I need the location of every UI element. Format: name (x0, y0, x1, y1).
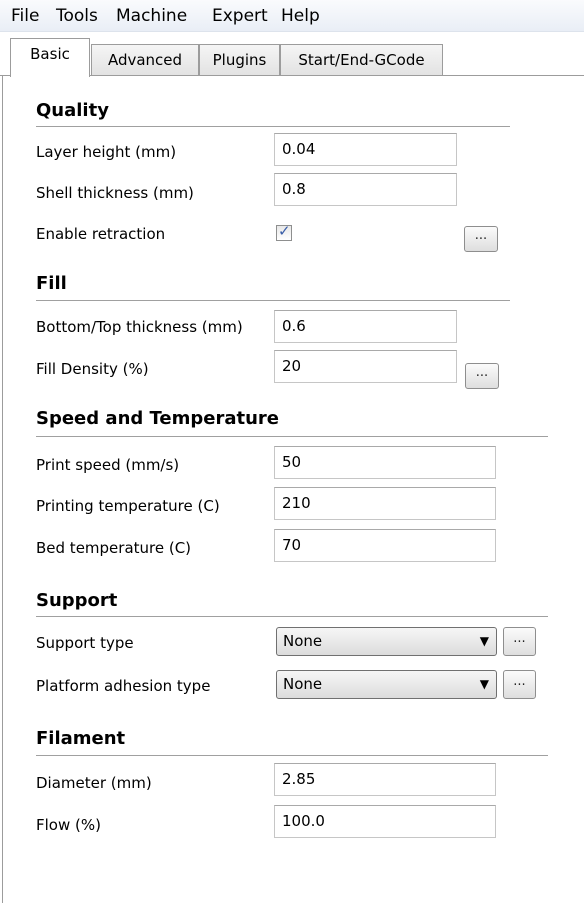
checkmark-icon: ✓ (278, 222, 291, 240)
support-type-label: Support type (36, 634, 134, 652)
retraction-checkbox[interactable]: ✓ (276, 222, 292, 241)
section-heading-speed-temperature: Speed and Temperature (36, 408, 279, 429)
flow-label: Flow (%) (36, 816, 101, 834)
print-speed-field[interactable]: 50 (274, 446, 496, 479)
shell-thickness-label: Shell thickness (mm) (36, 184, 194, 202)
section-heading-support: Support (36, 590, 118, 611)
bed-temperature-label: Bed temperature (C) (36, 539, 192, 557)
printing-temperature-field[interactable]: 210 (274, 487, 496, 520)
flow-field[interactable]: 100.0 (274, 805, 496, 838)
layer-height-field[interactable]: 0.04 (274, 133, 457, 166)
diameter-label: Diameter (mm) (36, 774, 152, 792)
platform-adhesion-dropdown[interactable]: None ▼ (276, 670, 497, 699)
menu-bar: File Tools Machine Expert Help (0, 0, 584, 32)
section-divider (36, 300, 510, 301)
menu-machine[interactable]: Machine (116, 6, 187, 26)
support-settings-button[interactable]: ... (503, 627, 536, 656)
tab-start-end-gcode[interactable]: Start/End-GCode (280, 44, 443, 76)
bed-temperature-field[interactable]: 70 (274, 529, 496, 562)
tab-strip: Basic Advanced Plugins Start/End-GCode (0, 32, 584, 77)
shell-thickness-field[interactable]: 0.8 (274, 173, 457, 206)
retraction-settings-button[interactable]: ... (464, 226, 498, 252)
menu-file[interactable]: File (11, 6, 39, 26)
tab-advanced[interactable]: Advanced (91, 44, 199, 76)
section-heading-filament: Filament (36, 728, 126, 749)
panel-border (2, 75, 3, 903)
printing-temperature-label: Printing temperature (C) (36, 497, 220, 515)
menu-expert[interactable]: Expert (212, 6, 268, 26)
section-divider (36, 755, 548, 756)
bottom-top-thickness-label: Bottom/Top thickness (mm) (36, 318, 243, 336)
fill-settings-button[interactable]: ... (465, 363, 499, 389)
section-divider (36, 616, 548, 617)
platform-adhesion-label: Platform adhesion type (36, 677, 211, 695)
fill-density-field[interactable]: 20 (274, 350, 457, 383)
tab-plugins[interactable]: Plugins (199, 44, 280, 76)
support-type-dropdown[interactable]: None ▼ (276, 627, 497, 656)
support-type-value: None (283, 632, 323, 650)
platform-adhesion-value: None (283, 675, 323, 693)
menu-help[interactable]: Help (281, 6, 320, 26)
section-heading-quality: Quality (36, 100, 109, 121)
adhesion-settings-button[interactable]: ... (503, 670, 536, 699)
menu-tools[interactable]: Tools (56, 6, 98, 26)
chevron-down-icon: ▼ (479, 677, 489, 691)
print-speed-label: Print speed (mm/s) (36, 456, 180, 474)
bottom-top-thickness-field[interactable]: 0.6 (274, 310, 457, 343)
tab-basic[interactable]: Basic (10, 38, 90, 77)
fill-density-label: Fill Density (%) (36, 360, 149, 378)
layer-height-label: Layer height (mm) (36, 143, 177, 161)
retraction-label: Enable retraction (36, 225, 166, 243)
diameter-field[interactable]: 2.85 (274, 763, 496, 796)
chevron-down-icon: ▼ (479, 634, 489, 648)
section-divider (36, 126, 510, 127)
section-divider (36, 436, 548, 437)
section-heading-fill: Fill (36, 273, 67, 294)
